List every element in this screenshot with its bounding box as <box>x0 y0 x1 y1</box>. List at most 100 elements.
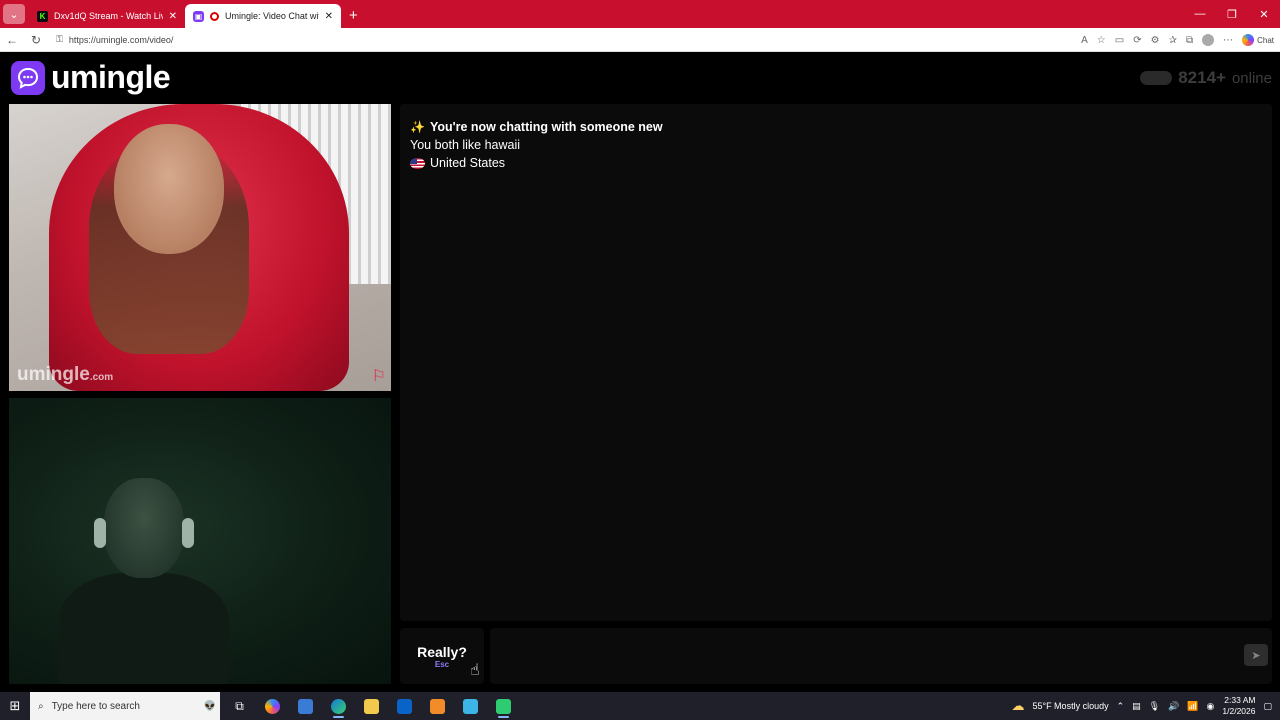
windows-start-icon[interactable]: ⊞ <box>0 698 30 714</box>
self-head <box>104 478 184 578</box>
url-text: https://umingle.com/video/ <box>68 34 174 45</box>
online-label: online <box>1231 69 1272 87</box>
tab-title: Dxv1dQ Stream - Watch Live on K <box>54 11 163 21</box>
self-video-subject <box>59 478 229 684</box>
network-icon[interactable]: ▤ <box>1132 701 1141 712</box>
headphone-left <box>94 518 106 548</box>
restore-icon[interactable]: ❐ <box>1216 0 1248 28</box>
copilot-chat-button[interactable]: Chat <box>1242 34 1274 46</box>
self-video <box>9 398 391 684</box>
site-info-icon[interactable]: ⚿ <box>56 34 63 45</box>
chat-messages-panel: ✨ You're now chatting with someone new Y… <box>400 104 1272 621</box>
notifications-icon[interactable]: ▢ <box>1263 701 1272 712</box>
tab-title: Umingle: Video Chat with Stra <box>225 11 319 21</box>
edge-browser-icon[interactable] <box>325 692 352 720</box>
edge-tray-icon[interactable]: ◉ <box>1207 701 1215 712</box>
taskbar-search[interactable]: ⌕ Type here to search 👽 <box>30 692 220 720</box>
taskbar-apps: ⧉ <box>226 692 517 720</box>
umingle-page: umingle 8214+ online umingle.com ⚐ ✨ You… <box>4 54 1276 688</box>
camera-icon[interactable]: ▭ <box>1115 35 1124 46</box>
theme-toggle[interactable] <box>1140 71 1173 85</box>
tray-chevron-icon[interactable]: ⌃ <box>1117 701 1125 712</box>
send-icon[interactable]: ➤ <box>1244 644 1268 666</box>
wifi-icon[interactable]: 📶 <box>1187 701 1198 712</box>
window-controls: — ❐ ✕ <box>1184 0 1280 28</box>
weather-text[interactable]: 55°F Mostly cloudy <box>1032 701 1108 711</box>
back-arrow-icon[interactable]: ← <box>0 33 24 47</box>
chat-input-container: ➤ <box>490 628 1272 684</box>
site-logo[interactable]: umingle <box>11 59 171 96</box>
message-text: You're now chatting with someone new <box>429 120 663 134</box>
chat-input[interactable] <box>490 628 1272 684</box>
logo-text: umingle <box>51 59 171 95</box>
microphone-icon[interactable]: 🎙 <box>1149 701 1160 712</box>
close-tab-icon[interactable]: ✕ <box>325 11 333 22</box>
tab-kick-stream[interactable]: K Dxv1dQ Stream - Watch Live on K ✕ <box>29 4 185 28</box>
collections-icon[interactable]: ⧉ <box>1186 35 1193 46</box>
task-view-icon[interactable]: ⧉ <box>226 692 253 720</box>
store-icon[interactable] <box>292 692 319 720</box>
address-bar: ← ↻ ⚿ https://umingle.com/video/ A ☆ ▭ ⟳… <box>0 28 1280 52</box>
close-tab-icon[interactable]: ✕ <box>169 11 177 22</box>
system-message: ✨ You're now chatting with someone new <box>410 118 1262 136</box>
video-subject-face <box>114 124 224 254</box>
clock[interactable]: 2:33 AM 1/2/2026 <box>1222 695 1255 717</box>
recording-indicator-icon <box>210 11 219 21</box>
kick-favicon-icon: K <box>37 10 48 22</box>
file-explorer-icon[interactable] <box>358 692 385 720</box>
us-flag-icon <box>410 157 425 169</box>
refresh-extension-icon[interactable]: ⟳ <box>1133 35 1141 46</box>
self-body <box>59 573 229 684</box>
umingle-watermark: umingle.com <box>17 364 113 386</box>
system-message: United States <box>410 154 1262 172</box>
new-tab-button[interactable]: + <box>349 7 358 24</box>
favorites-icon[interactable]: ✰ <box>1169 35 1177 46</box>
report-flag-icon[interactable]: ⚐ <box>372 366 386 386</box>
profile-avatar-icon[interactable] <box>1202 34 1215 46</box>
system-message: You both like hawaii <box>410 136 1262 154</box>
refresh-icon[interactable]: ↻ <box>24 33 48 47</box>
browser-toolbar: A ☆ ▭ ⟳ ⚙ ✰ ⧉ ⋯ Chat <box>1081 28 1274 52</box>
watermark-text: umingle <box>17 364 90 385</box>
chevron-down-icon: ⌄ <box>9 8 19 21</box>
message-text: United States <box>430 156 506 170</box>
chat-controls: Really? Esc ➤ <box>400 628 1272 684</box>
system-tray: ☁ 55°F Mostly cloudy ⌃ ▤ 🎙 🔊 📶 ◉ 2:33 AM… <box>1011 692 1280 720</box>
headphone-right <box>182 518 194 548</box>
url-field[interactable]: ⚿ https://umingle.com/video/ <box>56 34 173 45</box>
skip-shortcut: Esc <box>434 659 450 669</box>
stranger-video: umingle.com ⚐ <box>9 104 391 391</box>
volume-icon[interactable]: 🔊 <box>1168 701 1179 712</box>
weather-cloud-icon: ☁ <box>1011 698 1025 713</box>
watermark-suffix: .com <box>89 372 114 383</box>
clock-date: 1/2/2026 <box>1222 706 1256 716</box>
windows-taskbar: ⊞ ⌕ Type here to search 👽 ⧉ ☁ 55°F Mostl… <box>0 692 1280 720</box>
sparkle-icon: ✨ <box>410 120 425 134</box>
tab-umingle[interactable]: ▣ Umingle: Video Chat with Stra ✕ <box>185 4 341 28</box>
clock-time: 2:33 AM <box>1224 695 1256 705</box>
close-window-icon[interactable]: ✕ <box>1248 0 1280 28</box>
copilot-icon <box>1242 34 1255 46</box>
app-f-icon[interactable] <box>457 692 484 720</box>
vlc-icon[interactable] <box>424 692 451 720</box>
profile-menu-button[interactable]: ⌄ <box>3 4 25 24</box>
app-green-icon[interactable] <box>490 692 517 720</box>
extensions-icon[interactable]: ⚙ <box>1151 35 1160 46</box>
favorite-star-icon[interactable]: ☆ <box>1097 35 1106 46</box>
chat-label: Chat <box>1257 35 1274 45</box>
browser-tab-strip: ⌄ K Dxv1dQ Stream - Watch Live on K ✕ ▣ … <box>0 0 1280 28</box>
online-status: 8214+ online <box>1140 68 1272 88</box>
minimize-icon[interactable]: — <box>1184 0 1216 28</box>
read-aloud-icon[interactable]: A <box>1081 35 1088 46</box>
more-options-icon[interactable]: ⋯ <box>1223 35 1233 46</box>
search-highlight-icon: 👽 <box>203 700 216 712</box>
online-count: 8214+ <box>1178 68 1226 87</box>
search-icon: ⌕ <box>38 700 44 712</box>
message-text: You both like hawaii <box>410 138 521 152</box>
skip-label: Really? <box>417 643 467 660</box>
chat-bubble-icon <box>11 60 45 95</box>
outlook-icon[interactable] <box>391 692 418 720</box>
copilot-app-icon[interactable] <box>259 692 286 720</box>
search-placeholder: Type here to search <box>51 700 140 712</box>
hand-cursor-icon: ☝ <box>470 662 480 679</box>
